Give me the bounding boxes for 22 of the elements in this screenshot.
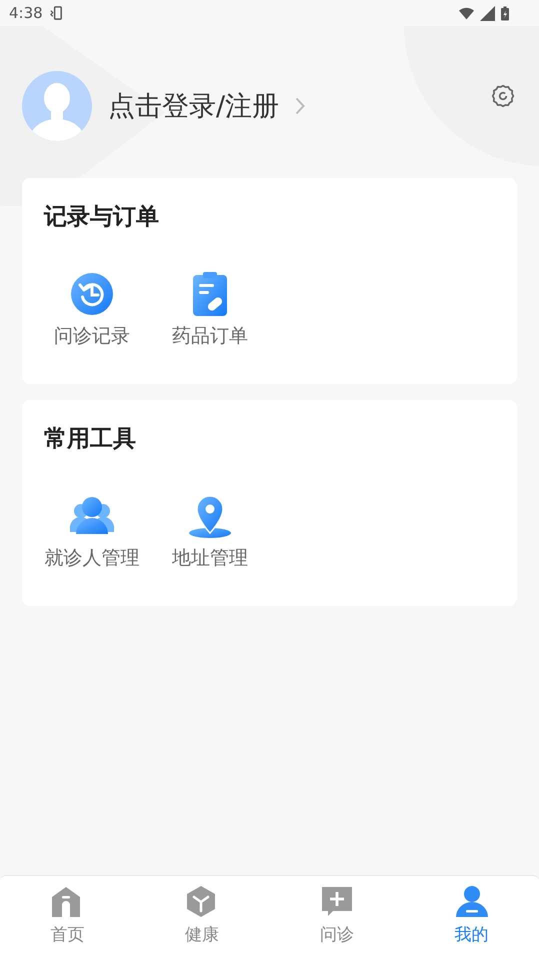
wifi-icon [459,6,474,20]
battery-icon [501,6,509,20]
section-title: 记录与订单 [44,203,160,232]
menu-item[interactable]: 问诊记录 [42,272,142,348]
menu-item[interactable]: 地址管理 [160,494,260,570]
signal-icon [480,6,495,20]
section-title: 常用工具 [44,425,137,454]
location-pin-icon[interactable] [188,494,232,538]
tab[interactable]: 健康 [134,876,270,956]
tab[interactable]: 问诊 [270,876,404,956]
login-link[interactable]: 点击登录/注册 [108,88,280,124]
history-icon[interactable] [70,272,114,316]
tab[interactable]: 我的 [404,876,539,956]
menu-item[interactable]: 药品订单 [160,272,260,348]
chevron-right-icon[interactable] [295,97,306,115]
tab[interactable]: 首页 [0,876,135,956]
person-icon[interactable] [454,885,489,919]
chat-plus-icon[interactable] [320,885,354,919]
status-time: 4:38 [9,4,43,22]
menu-item[interactable]: 就诊人管理 [42,494,142,570]
settings-icon[interactable] [490,83,516,109]
phone-vibrate-icon [48,6,64,20]
